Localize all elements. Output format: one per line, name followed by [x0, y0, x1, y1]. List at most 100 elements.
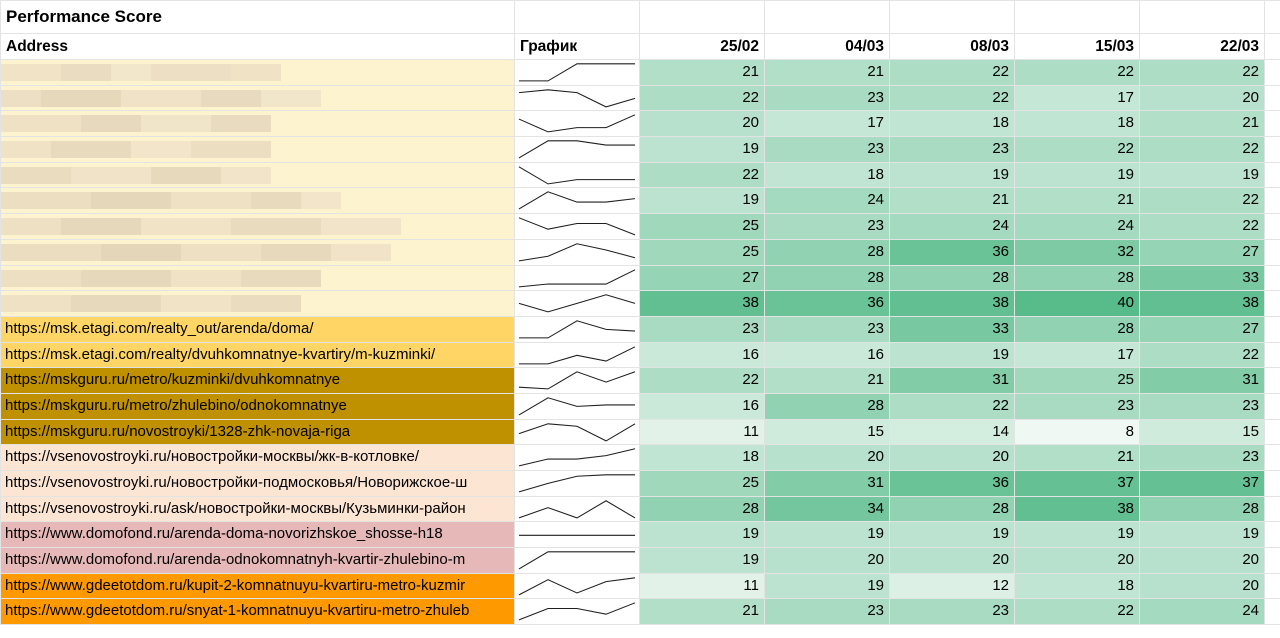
sparkline-cell[interactable] — [515, 316, 640, 343]
score-cell[interactable]: 22 — [1140, 188, 1265, 215]
sparkline-cell[interactable] — [515, 265, 640, 292]
score-cell[interactable]: 8 — [1015, 419, 1140, 446]
empty-cell[interactable] — [1140, 1, 1265, 34]
sparkline-cell[interactable] — [515, 291, 640, 317]
address-cell[interactable] — [1, 60, 515, 86]
score-cell[interactable]: 27 — [1140, 239, 1265, 266]
score-cell[interactable]: 12 — [890, 573, 1015, 600]
score-cell[interactable]: 40 — [1015, 291, 1140, 317]
score-cell[interactable]: 20 — [1140, 85, 1265, 112]
address-cell[interactable] — [1, 291, 515, 317]
score-cell[interactable]: 24 — [1140, 599, 1265, 626]
score-cell[interactable]: 38 — [890, 291, 1015, 317]
score-cell[interactable]: 19 — [1015, 162, 1140, 189]
sparkline-cell[interactable] — [515, 137, 640, 163]
score-cell[interactable]: 21 — [765, 60, 890, 86]
empty-cell[interactable] — [515, 1, 640, 34]
score-cell[interactable]: 22 — [1015, 599, 1140, 626]
empty-cell[interactable] — [765, 1, 890, 34]
score-cell[interactable]: 19 — [1140, 162, 1265, 189]
header-chart[interactable]: График — [515, 34, 640, 60]
address-cell[interactable]: https://vsenovostroyki.ru/новостройки-мо… — [1, 445, 515, 471]
score-cell[interactable]: 22 — [640, 368, 765, 394]
score-cell[interactable]: 36 — [765, 291, 890, 317]
score-cell[interactable]: 22 — [890, 393, 1015, 420]
score-cell[interactable]: 19 — [640, 188, 765, 215]
score-cell[interactable]: 20 — [1015, 548, 1140, 574]
score-cell[interactable]: 15 — [765, 419, 890, 446]
score-cell[interactable]: 31 — [765, 471, 890, 497]
score-cell[interactable]: 37 — [1140, 471, 1265, 497]
header-date-5[interactable]: 22/03 — [1140, 34, 1265, 60]
score-cell[interactable]: 22 — [890, 60, 1015, 86]
score-cell[interactable]: 18 — [1015, 111, 1140, 138]
score-cell[interactable]: 24 — [1015, 214, 1140, 240]
score-cell[interactable]: 23 — [640, 316, 765, 343]
score-cell[interactable]: 19 — [890, 342, 1015, 369]
address-cell[interactable] — [1, 111, 515, 138]
score-cell[interactable]: 18 — [640, 445, 765, 471]
sparkline-cell[interactable] — [515, 393, 640, 420]
score-cell[interactable]: 23 — [765, 214, 890, 240]
address-cell[interactable]: https://www.domofond.ru/arenda-odnokomna… — [1, 548, 515, 574]
address-cell[interactable]: https://vsenovostroyki.ru/новостройки-по… — [1, 471, 515, 497]
header-date-4[interactable]: 15/03 — [1015, 34, 1140, 60]
score-cell[interactable]: 21 — [640, 599, 765, 626]
address-cell[interactable] — [1, 265, 515, 292]
score-cell[interactable]: 11 — [640, 419, 765, 446]
score-cell[interactable]: 32 — [1015, 239, 1140, 266]
score-cell[interactable]: 28 — [765, 265, 890, 292]
address-cell[interactable] — [1, 162, 515, 189]
score-cell[interactable]: 17 — [765, 111, 890, 138]
header-date-2[interactable]: 04/03 — [765, 34, 890, 60]
score-cell[interactable]: 23 — [765, 316, 890, 343]
score-cell[interactable]: 22 — [1015, 137, 1140, 163]
score-cell[interactable]: 31 — [890, 368, 1015, 394]
sparkline-cell[interactable] — [515, 573, 640, 600]
address-cell[interactable] — [1, 85, 515, 112]
score-cell[interactable]: 22 — [1140, 137, 1265, 163]
score-cell[interactable]: 38 — [640, 291, 765, 317]
score-cell[interactable]: 36 — [890, 239, 1015, 266]
score-cell[interactable]: 25 — [640, 471, 765, 497]
score-cell[interactable]: 11 — [640, 573, 765, 600]
score-cell[interactable]: 16 — [640, 393, 765, 420]
score-cell[interactable]: 25 — [640, 239, 765, 266]
score-cell[interactable]: 22 — [640, 162, 765, 189]
score-cell[interactable]: 19 — [1015, 522, 1140, 549]
score-cell[interactable]: 23 — [765, 599, 890, 626]
score-cell[interactable]: 21 — [1140, 111, 1265, 138]
score-cell[interactable]: 28 — [765, 393, 890, 420]
empty-cell[interactable] — [890, 1, 1015, 34]
score-cell[interactable]: 23 — [1140, 393, 1265, 420]
address-cell[interactable]: https://www.domofond.ru/arenda-doma-novo… — [1, 522, 515, 549]
sparkline-cell[interactable] — [515, 188, 640, 215]
score-cell[interactable]: 22 — [1140, 214, 1265, 240]
score-cell[interactable]: 23 — [890, 599, 1015, 626]
score-cell[interactable]: 34 — [765, 496, 890, 523]
score-cell[interactable]: 20 — [765, 548, 890, 574]
sparkline-cell[interactable] — [515, 214, 640, 240]
score-cell[interactable]: 36 — [890, 471, 1015, 497]
address-cell[interactable]: https://mskguru.ru/metro/zhulebino/odnok… — [1, 393, 515, 420]
header-address[interactable]: Address — [1, 34, 515, 60]
score-cell[interactable]: 28 — [765, 239, 890, 266]
score-cell[interactable]: 23 — [765, 85, 890, 112]
score-cell[interactable]: 15 — [1140, 419, 1265, 446]
score-cell[interactable]: 25 — [1015, 368, 1140, 394]
sparkline-cell[interactable] — [515, 162, 640, 189]
header-date-1[interactable]: 25/02 — [640, 34, 765, 60]
score-cell[interactable]: 20 — [1140, 548, 1265, 574]
score-cell[interactable]: 19 — [640, 137, 765, 163]
score-cell[interactable]: 28 — [890, 265, 1015, 292]
score-cell[interactable]: 20 — [765, 445, 890, 471]
sparkline-cell[interactable] — [515, 342, 640, 369]
empty-cell[interactable] — [640, 1, 765, 34]
sheet-title[interactable]: Performance Score — [1, 1, 515, 34]
score-cell[interactable]: 33 — [1140, 265, 1265, 292]
score-cell[interactable]: 22 — [1140, 60, 1265, 86]
score-cell[interactable]: 21 — [1015, 188, 1140, 215]
sparkline-cell[interactable] — [515, 471, 640, 497]
score-cell[interactable]: 19 — [890, 162, 1015, 189]
score-cell[interactable]: 28 — [1015, 265, 1140, 292]
